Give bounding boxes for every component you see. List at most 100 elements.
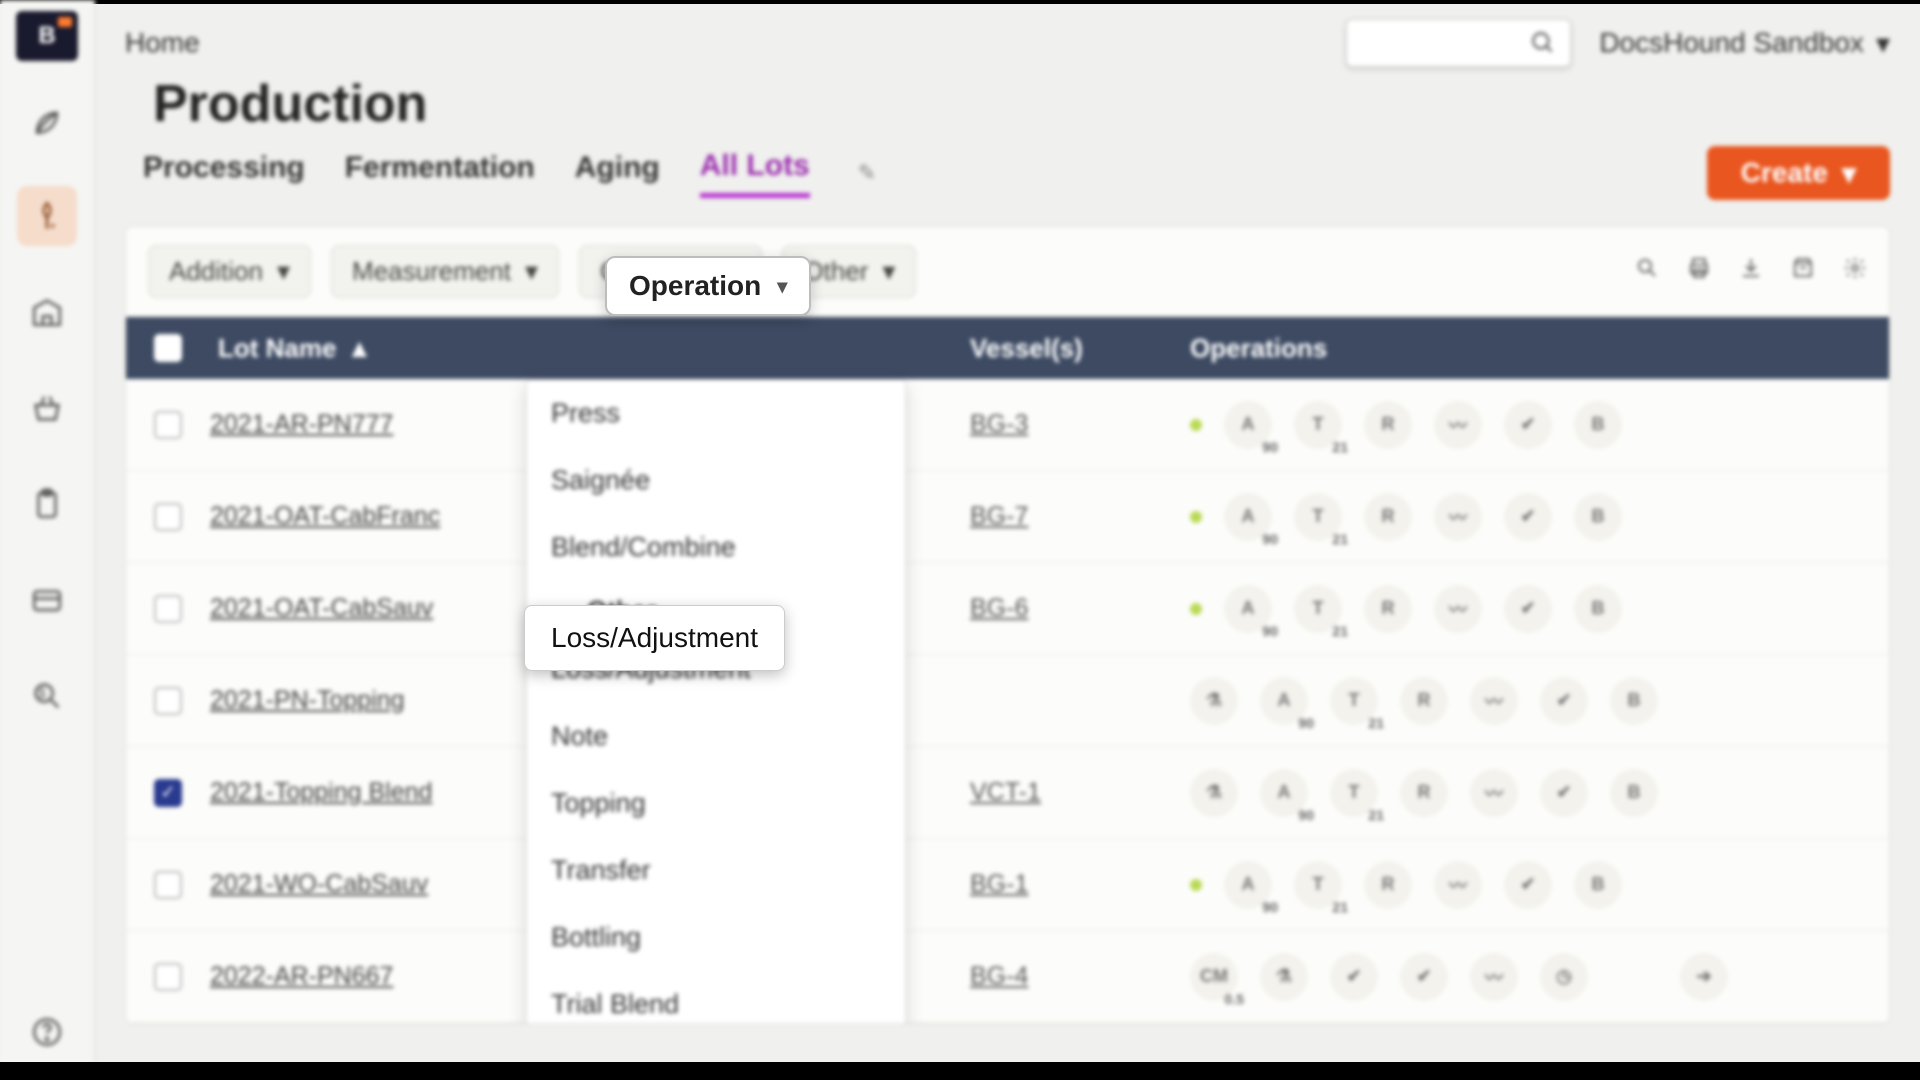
row-checkbox[interactable] [154,411,182,439]
lot-link[interactable]: 2021-WO-CabSauv [210,870,428,898]
row-checkbox[interactable] [154,687,182,715]
column-lot-name[interactable]: Lot Name ▲ [210,333,970,364]
operation-badge[interactable]: A90 [1224,585,1272,633]
sidebar-zoom-icon[interactable]: $ [17,666,77,726]
edit-tabs-icon[interactable]: ✎ [858,160,876,186]
vessel-link[interactable]: BG-1 [970,870,1028,898]
operation-badge[interactable]: A90 [1260,769,1308,817]
operation-badge[interactable]: ✔ [1540,677,1588,725]
create-button[interactable]: Create ▾ [1707,146,1890,200]
operation-badge[interactable]: ✔ [1400,953,1448,1001]
operation-badge[interactable]: A90 [1224,493,1272,541]
operation-badge[interactable]: ✔ [1540,769,1588,817]
dropdown-item[interactable]: Note [527,703,905,770]
operation-badge[interactable]: ✔ [1504,493,1552,541]
operation-badge[interactable]: ⚗ [1260,953,1308,1001]
operation-badge[interactable]: T21 [1294,585,1342,633]
operation-badge[interactable]: ✔ [1330,953,1378,1001]
operation-badge[interactable]: 〰 [1434,861,1482,909]
operation-badge[interactable]: T21 [1294,493,1342,541]
operation-badge[interactable]: B [1574,401,1622,449]
vessel-link[interactable]: VCT-1 [970,778,1041,806]
operation-badge[interactable]: T21 [1294,861,1342,909]
table-search-icon[interactable] [1635,256,1659,287]
dropdown-item[interactable]: Topping [527,770,905,837]
filter-measurement[interactable]: Measurement▾ [331,245,559,298]
lot-link[interactable]: 2021-OAT-CabFranc [210,502,440,530]
tab-all-lots[interactable]: All Lots [700,149,810,198]
operation-badge[interactable]: ✔ [1504,401,1552,449]
vessel-link[interactable]: BG-7 [970,502,1028,530]
operation-badge[interactable]: 〰 [1434,401,1482,449]
operation-badge[interactable]: R [1364,861,1412,909]
operation-badge[interactable]: T21 [1330,769,1378,817]
sidebar-warehouse-icon[interactable] [17,282,77,342]
vessel-link[interactable]: BG-6 [970,594,1028,622]
operation-badge[interactable]: ⚗ [1190,769,1238,817]
dropdown-item[interactable]: Saignée [527,447,905,514]
print-icon[interactable] [1687,256,1711,287]
operation-badge[interactable]: B [1574,861,1622,909]
tab-aging[interactable]: Aging [575,151,660,195]
operation-badge[interactable]: T21 [1294,401,1342,449]
operation-badge[interactable]: R [1364,493,1412,541]
operation-badge[interactable]: ➔ [1680,953,1728,1001]
sidebar-leaf-icon[interactable] [17,90,77,150]
operation-badge[interactable]: R [1400,769,1448,817]
sidebar-clipboard-icon[interactable] [17,474,77,534]
operation-dropdown[interactable]: PressSaignéeBlend/CombineOtherLoss/Adjus… [526,379,906,1024]
operation-badge[interactable]: B [1574,493,1622,541]
operation-badge[interactable]: A90 [1224,861,1272,909]
download-icon[interactable] [1739,256,1763,287]
operation-badge[interactable]: R [1364,585,1412,633]
lot-link[interactable]: 2021-OAT-CabSauv [210,594,433,622]
operation-badge[interactable]: A90 [1224,401,1272,449]
org-switcher[interactable]: DocsHound Sandbox ▾ [1599,27,1890,60]
lot-link[interactable]: 2021-AR-PN777 [210,410,393,438]
row-checkbox[interactable] [154,871,182,899]
dropdown-item[interactable]: Bottling [527,904,905,971]
row-checkbox[interactable]: ✓ [154,779,182,807]
operation-badge[interactable]: CM0.5 [1190,953,1238,1001]
sidebar-basket-icon[interactable] [17,378,77,438]
dropdown-item[interactable]: Transfer [527,837,905,904]
dropdown-item[interactable]: Press [527,380,905,447]
settings-icon[interactable] [1843,256,1867,287]
filter-addition[interactable]: Addition▾ [148,245,311,298]
lot-link[interactable]: 2022-AR-PN667 [210,962,393,990]
operation-badge[interactable]: R [1364,401,1412,449]
operation-badge[interactable]: 〰 [1434,493,1482,541]
operation-badge[interactable]: T21 [1330,677,1378,725]
dropdown-item[interactable]: Blend/Combine [527,514,905,581]
operation-badge[interactable]: ◷ [1540,953,1588,1001]
operation-badge[interactable]: 〰 [1470,953,1518,1001]
global-search-input[interactable] [1346,19,1571,67]
operation-badge[interactable]: B [1574,585,1622,633]
archive-icon[interactable] [1791,256,1815,287]
breadcrumb[interactable]: Home [125,27,200,59]
lot-link[interactable]: 2021-Topping Blend [210,778,432,806]
operation-badge[interactable]: ⚗ [1190,677,1238,725]
operation-badge[interactable]: R [1400,677,1448,725]
operation-badge[interactable]: B [1610,677,1658,725]
column-operations[interactable]: Operations [1190,333,1889,364]
column-vessels[interactable]: Vessel(s) [970,333,1190,364]
sidebar-production-icon[interactable] [17,186,77,246]
operation-badge[interactable]: 〰 [1470,677,1518,725]
dropdown-item[interactable]: Trial Blend [527,971,905,1024]
vessel-link[interactable]: BG-4 [970,962,1028,990]
operation-badge[interactable]: B [1610,769,1658,817]
row-checkbox[interactable] [154,503,182,531]
lot-link[interactable]: 2021-PN-Topping [210,686,405,714]
operation-badge[interactable]: ✔ [1504,585,1552,633]
operation-badge[interactable]: 〰 [1470,769,1518,817]
sidebar-card-icon[interactable] [17,570,77,630]
tab-fermentation[interactable]: Fermentation [345,151,535,195]
sidebar-help-icon[interactable] [17,1002,77,1062]
tab-processing[interactable]: Processing [143,151,305,195]
operation-badge[interactable]: A90 [1260,677,1308,725]
row-checkbox[interactable] [154,963,182,991]
operation-badge[interactable]: ✔ [1504,861,1552,909]
app-logo[interactable]: B [0,0,95,72]
row-checkbox[interactable] [154,595,182,623]
